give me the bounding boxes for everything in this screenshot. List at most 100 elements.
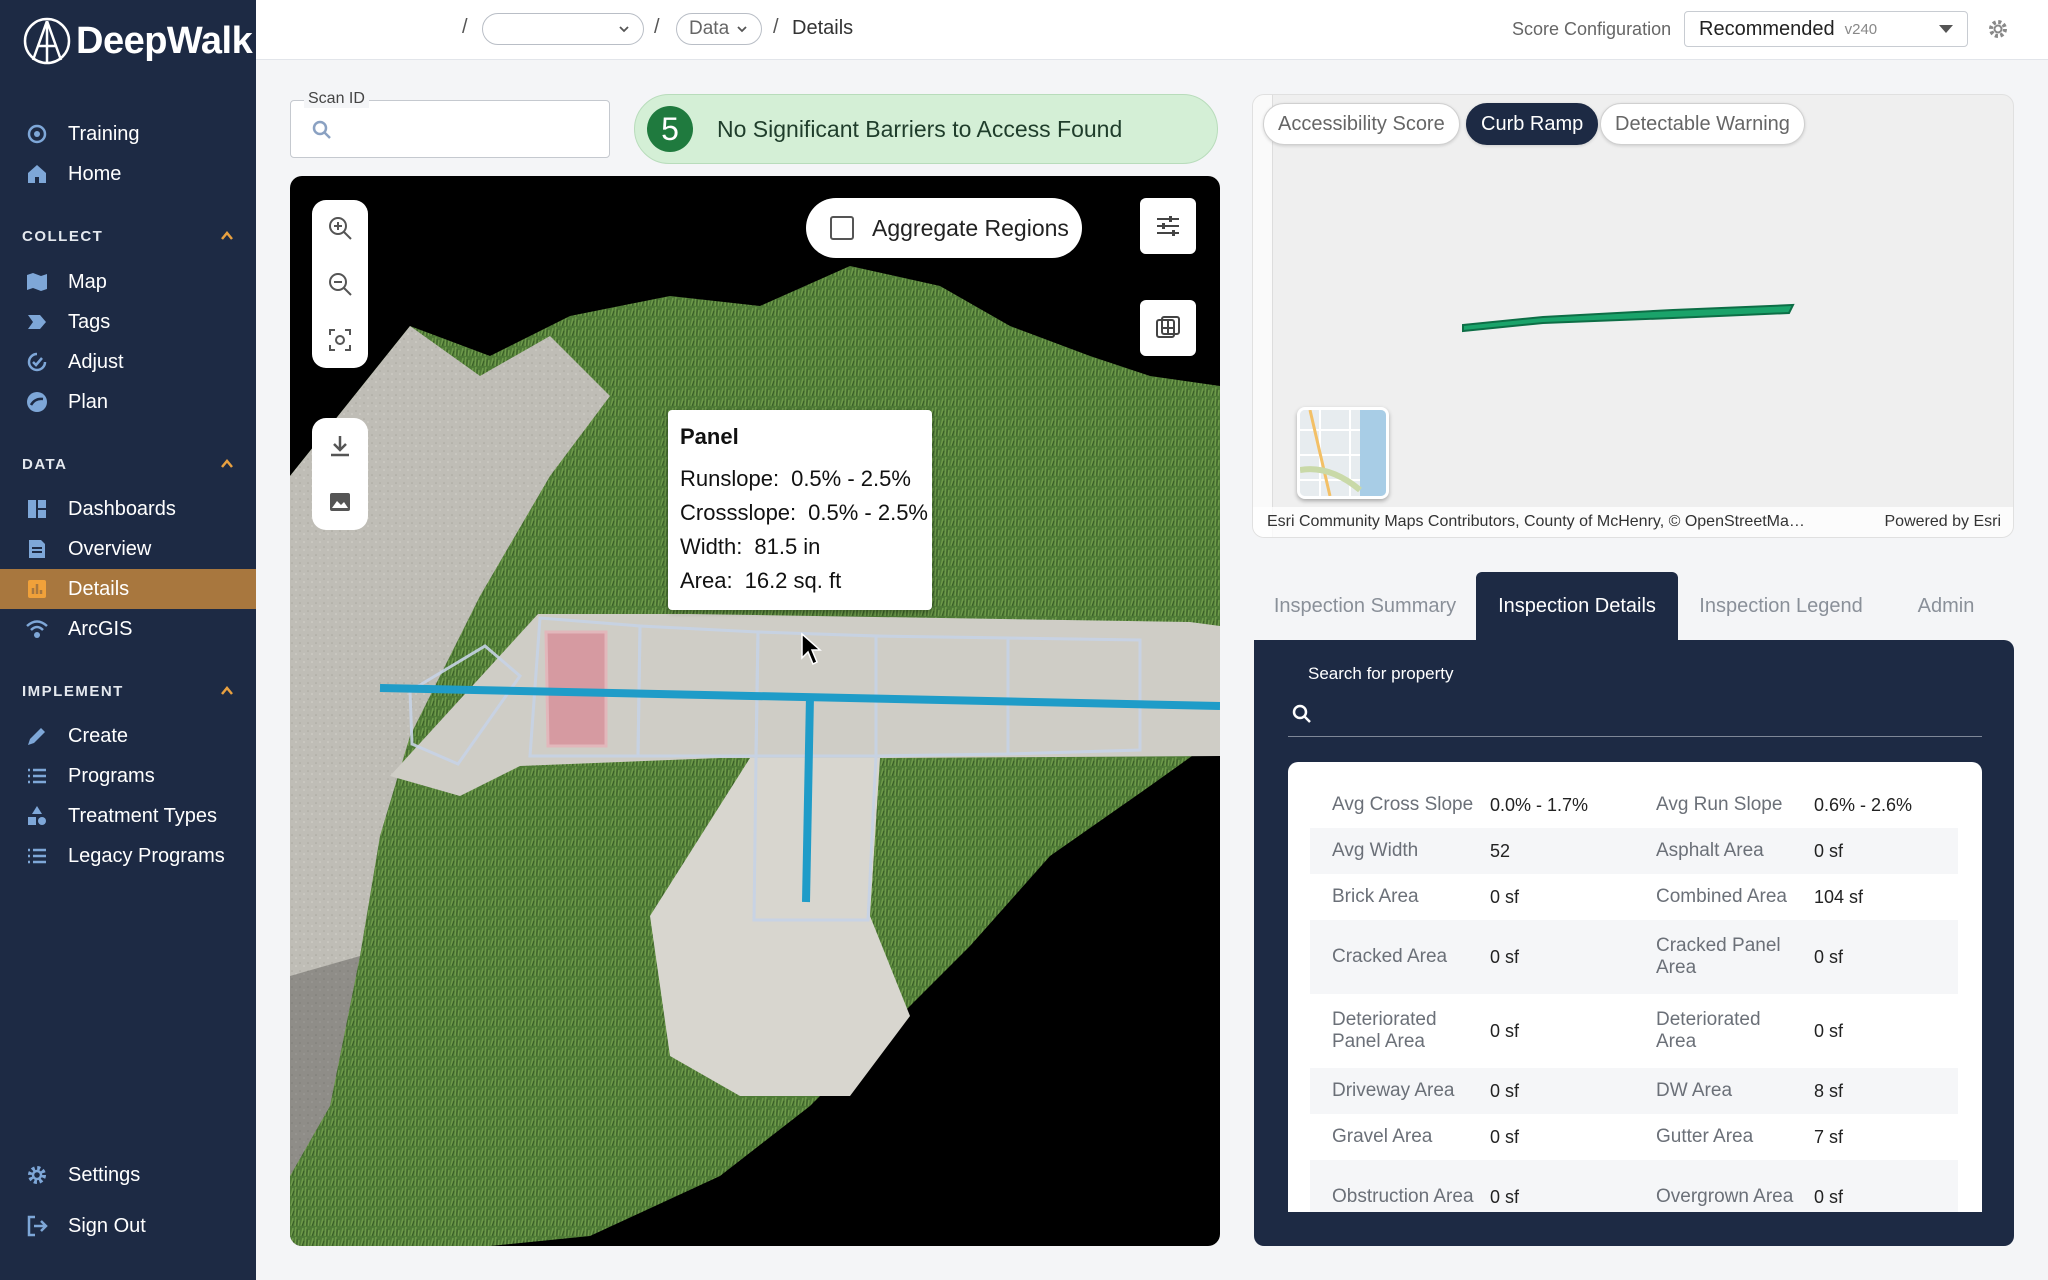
chevron-down-icon — [619, 26, 629, 33]
attribution-text: Esri Community Maps Contributors, County… — [1267, 513, 1805, 530]
sidebar-item-arcgis[interactable]: ArcGIS — [0, 609, 256, 649]
scan-imagery — [290, 266, 1220, 1246]
breadcrumb-current: Details — [792, 17, 854, 39]
scan-id-label: Scan ID — [304, 90, 369, 108]
image-button[interactable] — [312, 474, 368, 530]
sidebar-item-create[interactable]: Create — [0, 716, 256, 756]
tooltip-row-area: Area: 16.2 sq. ft — [680, 568, 842, 593]
chevron-up-icon — [221, 459, 233, 468]
sidebar: DeepWalk Training Home COLLECT Map Tags … — [0, 0, 256, 1280]
sliders-icon — [1157, 216, 1179, 236]
sidebar-item-dashboards[interactable]: Dashboards — [0, 489, 256, 529]
sidebar-item-settings[interactable]: Settings — [0, 1155, 256, 1195]
property-key: Cracked Panel Area — [1656, 935, 1781, 978]
property-search-input[interactable] — [1324, 698, 1974, 732]
chevron-down-icon — [737, 26, 747, 33]
gear-icon[interactable] — [1986, 17, 2010, 41]
property-value: 0 sf — [1814, 840, 1844, 861]
sidebar-item-label: Settings — [68, 1163, 141, 1186]
aggregate-regions-toggle[interactable]: Aggregate Regions — [806, 198, 1082, 258]
panel-tooltip: Panel Runslope: 0.5% - 2.5% Crossslope: 0.… — [668, 410, 932, 610]
tab-inspection-legend[interactable]: Inspection Legend — [1690, 572, 1872, 640]
sidebar-item-label: Details — [68, 577, 130, 600]
property-key: Gutter Area — [1656, 1126, 1754, 1147]
scan-id-input[interactable] — [339, 115, 589, 145]
sidebar-item-map[interactable]: Map — [0, 262, 256, 302]
aggregate-regions-checkbox[interactable] — [830, 216, 854, 240]
basemap-toggle[interactable] — [1297, 407, 1389, 499]
table-row: Avg Cross Slope 0.0% - 1.7% Avg Run Slop… — [1310, 782, 1958, 828]
section-data-header[interactable]: DATA — [22, 452, 234, 476]
project-select[interactable] — [482, 13, 644, 45]
zoom-in-icon — [329, 217, 352, 240]
mini-map[interactable]: Accessibility Score Curb Ramp Detectable… — [1252, 94, 2014, 538]
property-value: 0 sf — [1490, 886, 1520, 907]
sidebar-item-training[interactable]: Training — [0, 114, 256, 154]
deepwalk-logo-icon — [23, 17, 71, 65]
score-banner-text: No Significant Barriers to Access Found — [717, 115, 1123, 142]
property-value: 0 sf — [1814, 946, 1844, 967]
property-key: Driveway Area — [1332, 1080, 1455, 1101]
table-row: Deteriorated Panel Area 0 sf Deteriorate… — [1310, 994, 1958, 1068]
details-icon — [24, 576, 50, 602]
property-value: 0 sf — [1814, 1186, 1844, 1207]
sidebar-item-treatment-types[interactable]: Treatment Types — [0, 796, 256, 836]
data-select[interactable]: Data — [676, 13, 762, 45]
tooltip-row-width: Width: 81.5 in — [680, 534, 821, 559]
sidebar-item-programs[interactable]: Programs — [0, 756, 256, 796]
focus-icon — [329, 329, 351, 351]
breadcrumb-separator: / — [773, 16, 779, 38]
tab-inspection-summary[interactable]: Inspection Summary — [1268, 572, 1462, 640]
section-collect-header[interactable]: COLLECT — [22, 224, 234, 248]
sidebar-item-label: Tags — [68, 310, 111, 333]
brand-name: DeepWalk — [76, 19, 253, 62]
score-config-select[interactable]: Recommended v240 — [1684, 11, 1968, 47]
sidebar-item-label: Create — [68, 724, 129, 747]
zoom-toolbar — [312, 200, 368, 368]
sidebar-item-overview[interactable]: Overview — [0, 529, 256, 569]
section-title: IMPLEMENT — [22, 682, 124, 700]
sidebar-item-home[interactable]: Home — [0, 154, 256, 194]
score-banner: 5 No Significant Barriers to Access Foun… — [634, 94, 1218, 164]
sidebar-item-sign-out[interactable]: Sign Out — [0, 1206, 256, 1246]
table-row: Obstruction Area 0 sf Overgrown Area 0 s… — [1310, 1160, 1958, 1212]
property-value: 0 sf — [1490, 1020, 1520, 1041]
property-key: Asphalt Area — [1656, 840, 1764, 861]
plan-icon — [24, 389, 50, 415]
zoom-out-button[interactable] — [312, 256, 368, 312]
adjust-icon — [24, 349, 50, 375]
tab-admin[interactable]: Admin — [1898, 572, 1994, 640]
sidebar-item-adjust[interactable]: Adjust — [0, 342, 256, 382]
sign-out-icon — [24, 1213, 50, 1239]
sidebar-item-tags[interactable]: Tags — [0, 302, 256, 342]
sidebar-item-legacy-programs[interactable]: Legacy Programs — [0, 836, 256, 876]
score-config-label: Score Configuration — [1512, 19, 1672, 39]
layers-button[interactable] — [1140, 300, 1196, 356]
zoom-in-button[interactable] — [312, 200, 368, 256]
list-icon — [24, 843, 50, 869]
logo[interactable]: DeepWalk — [22, 16, 253, 66]
property-key: Obstruction Area — [1332, 1186, 1474, 1207]
property-key: Overgrown Area — [1656, 1186, 1794, 1207]
reset-view-button[interactable] — [312, 312, 368, 368]
section-implement-header[interactable]: IMPLEMENT — [22, 679, 234, 703]
sidebar-item-plan[interactable]: Plan — [0, 382, 256, 422]
scan-id-field[interactable] — [290, 100, 610, 158]
chevron-up-icon — [221, 686, 233, 695]
property-value: 0 sf — [1490, 1080, 1520, 1101]
sidebar-item-label: Plan — [68, 390, 109, 413]
tab-inspection-details[interactable]: Inspection Details — [1476, 572, 1678, 640]
property-value: 104 sf — [1814, 886, 1864, 907]
table-row: Gravel Area 0 sf Gutter Area 7 sf — [1310, 1114, 1958, 1160]
chevron-up-icon — [221, 231, 233, 240]
search-icon — [312, 120, 331, 139]
download-button[interactable] — [312, 418, 368, 474]
data-select-label: Data — [689, 18, 730, 39]
sidebar-item-label: Legacy Programs — [68, 844, 225, 867]
powered-by-esri[interactable]: Powered by Esri — [1885, 513, 2002, 531]
overview-icon — [24, 536, 50, 562]
section-title: COLLECT — [22, 227, 104, 245]
filter-settings-button[interactable] — [1140, 198, 1196, 254]
scan-image-viewer[interactable]: Aggregate Regions Panel Runslope: 0.5% - … — [290, 176, 1220, 1246]
sidebar-item-details[interactable]: Details — [0, 569, 256, 609]
